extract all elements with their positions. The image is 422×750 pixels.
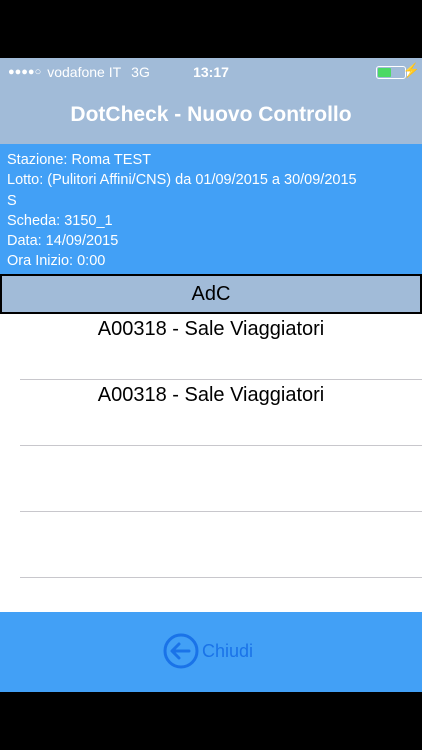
nav-bar: DotCheck - Nuovo Controllo (0, 86, 422, 144)
battery-level-fill (378, 68, 391, 77)
status-bar: ●●●●○ vodafone IT 3G 13:17 ⚡ (0, 58, 422, 86)
charging-icon: ⚡ (402, 62, 420, 78)
info-data: Data: 14/09/2015 (7, 233, 119, 250)
bottom-black-border (0, 692, 422, 750)
list-item[interactable]: A00318 - Sale Viaggiatori (0, 380, 422, 446)
list-item[interactable] (0, 446, 422, 512)
battery-icon (376, 66, 406, 79)
adc-list: A00318 - Sale Viaggiatori A00318 - Sale … (0, 314, 422, 612)
close-button[interactable]: Chiudi (162, 632, 253, 670)
list-item-label: A00318 - Sale Viaggiatori (97, 318, 325, 340)
top-black-border (0, 0, 422, 58)
info-lotto-wrap: S (7, 192, 17, 209)
page-title: DotCheck - Nuovo Controllo (70, 103, 352, 126)
section-header-label: AdC (191, 282, 231, 305)
info-ora-inizio: Ora Inizio: 0:00 (7, 253, 106, 270)
info-scheda: Scheda: 3150_1 (7, 212, 113, 229)
bottom-toolbar: Chiudi (0, 612, 422, 692)
status-time: 13:17 (193, 64, 229, 80)
list-item[interactable] (0, 512, 422, 578)
list-item[interactable]: A00318 - Sale Viaggiatori (0, 314, 422, 380)
row-separator (20, 577, 422, 578)
info-stazione: Stazione: Roma TEST (7, 152, 151, 168)
info-lotto: Lotto: (Pulitori Affini/CNS) da 01/09/20… (7, 172, 357, 189)
circle-left-arrow-icon (163, 633, 199, 669)
close-button-label: Chiudi (202, 640, 254, 661)
section-header-adc: AdC (0, 274, 422, 314)
list-item-label: A00318 - Sale Viaggiatori (97, 384, 325, 406)
info-panel: Stazione: Roma TEST Lotto: (Pulitori Aff… (0, 144, 422, 274)
